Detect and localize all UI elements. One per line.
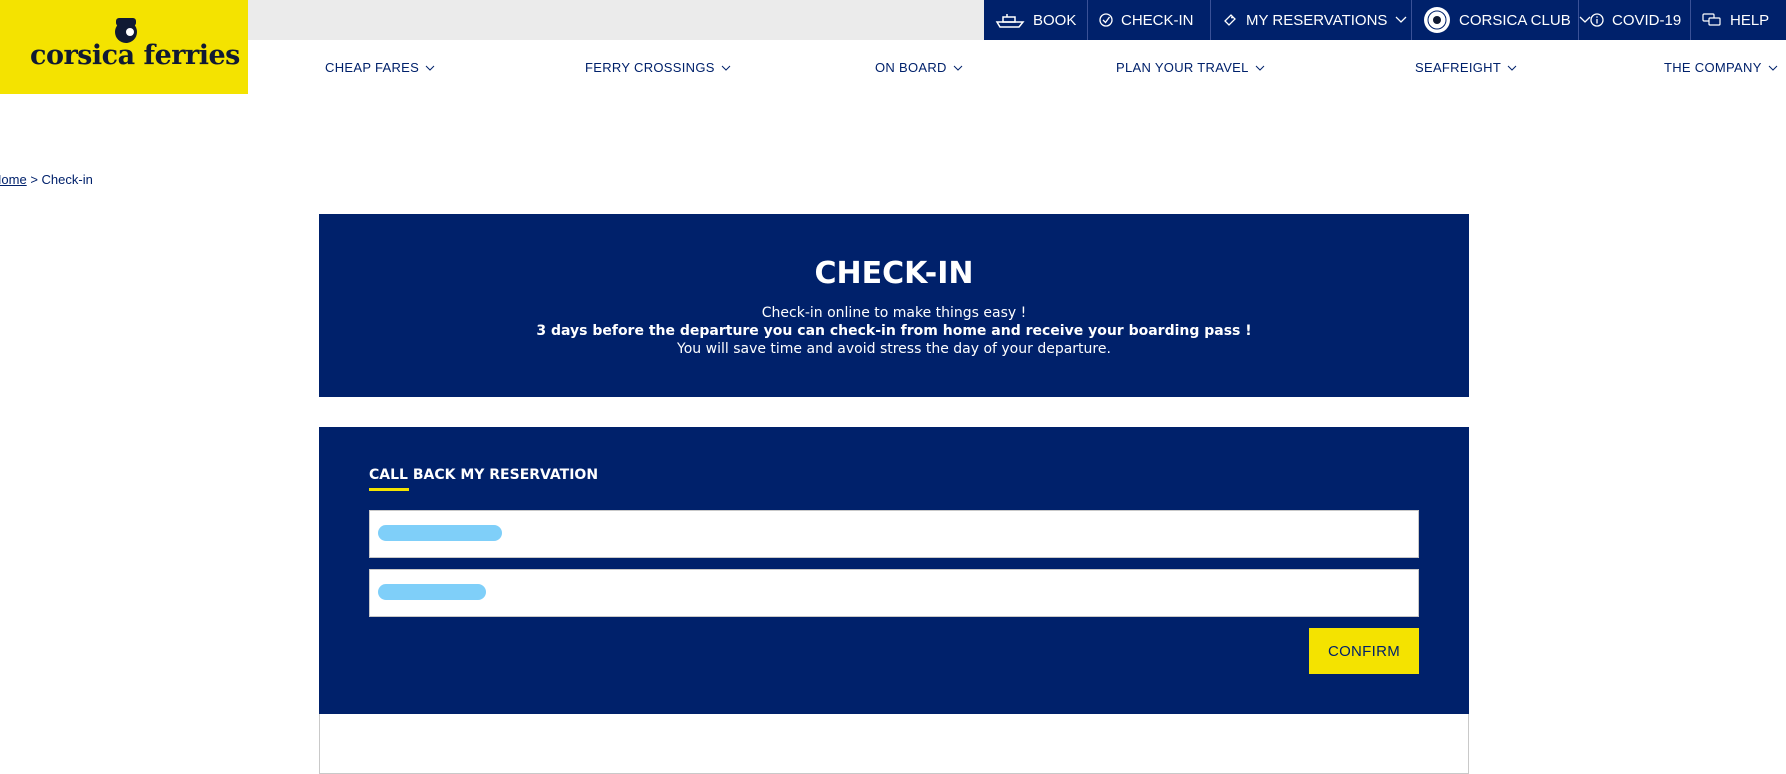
- breadcrumb: Home > Check-in: [0, 172, 93, 187]
- util-covid[interactable]: COVID-19: [1579, 0, 1691, 40]
- form-title-underline: [369, 488, 409, 491]
- nav-on-board-label: ON BOARD: [875, 60, 947, 75]
- reservation-number-field[interactable]: [369, 510, 1419, 558]
- club-badge-icon: [1424, 7, 1450, 33]
- hero-line-2: 3 days before the departure you can chec…: [536, 323, 1252, 339]
- chevron-down-icon: [1507, 65, 1517, 71]
- check-circle-icon: [1099, 13, 1113, 27]
- breadcrumb-separator: >: [30, 172, 38, 187]
- logo-text: corsica ferries: [30, 40, 240, 71]
- nav-plan-your-travel[interactable]: PLAN YOUR TRAVEL: [1116, 60, 1265, 75]
- nav-plan-your-travel-label: PLAN YOUR TRAVEL: [1116, 60, 1249, 75]
- reservation-form-panel: CALL BACK MY RESERVATION CONFIRM: [319, 427, 1469, 714]
- nav-seafreight[interactable]: SEAFREIGHT: [1415, 60, 1517, 75]
- corsica-ferries-logo[interactable]: corsica ferries: [0, 0, 248, 94]
- hero-line-1: Check-in online to make things easy !: [761, 305, 1027, 321]
- reservation-name-field[interactable]: [369, 569, 1419, 617]
- chevron-down-icon: [721, 65, 731, 71]
- util-help[interactable]: HELP: [1691, 0, 1786, 40]
- nav-ferry-crossings-label: FERRY CROSSINGS: [585, 60, 715, 75]
- nav-the-company[interactable]: THE COMPANY: [1664, 60, 1778, 75]
- hero-line-3: You will save time and avoid stress the …: [677, 341, 1111, 357]
- form-title: CALL BACK MY RESERVATION: [369, 467, 599, 483]
- ticket-icon: [1224, 14, 1236, 26]
- util-book-label: BOOK: [1033, 11, 1077, 29]
- redacted-value: [378, 525, 502, 541]
- results-panel: [319, 714, 1469, 774]
- nav-on-board[interactable]: ON BOARD: [875, 60, 963, 75]
- util-my-reservations-label: MY RESERVATIONS: [1246, 11, 1388, 29]
- util-corsica-club-label: CORSICA CLUB: [1459, 11, 1571, 29]
- top-strip: [248, 0, 984, 40]
- chevron-down-icon: [425, 65, 435, 71]
- util-check-in-label: CHECK-IN: [1121, 11, 1194, 29]
- check-in-hero: CHECK-IN Check-in online to make things …: [319, 214, 1469, 397]
- info-circle-icon: [1590, 13, 1604, 27]
- util-book[interactable]: BOOK: [984, 0, 1088, 40]
- nav-cheap-fares[interactable]: CHEAP FARES: [325, 60, 435, 75]
- nav-seafreight-label: SEAFREIGHT: [1415, 60, 1502, 75]
- nav-the-company-label: THE COMPANY: [1664, 60, 1762, 75]
- util-covid-label: COVID-19: [1612, 11, 1682, 29]
- chevron-down-icon: [1768, 65, 1778, 71]
- chat-bubbles-icon: [1702, 13, 1721, 26]
- nav-cheap-fares-label: CHEAP FARES: [325, 60, 420, 75]
- chevron-down-icon: [1395, 16, 1407, 23]
- page-title: CHECK-IN: [814, 256, 974, 291]
- chevron-down-icon: [953, 65, 963, 71]
- redacted-value: [378, 584, 486, 600]
- util-check-in[interactable]: CHECK-IN: [1088, 0, 1211, 40]
- util-help-label: HELP: [1730, 11, 1770, 29]
- ship-icon: [995, 14, 1025, 28]
- main-nav: CHEAP FARES FERRY CROSSINGS ON BOARD PLA…: [248, 40, 1786, 94]
- util-corsica-club[interactable]: CORSICA CLUB: [1412, 0, 1591, 40]
- confirm-button[interactable]: CONFIRM: [1309, 628, 1419, 674]
- util-my-reservations[interactable]: MY RESERVATIONS: [1211, 0, 1412, 40]
- breadcrumb-home-link[interactable]: Home: [0, 172, 27, 187]
- chevron-down-icon: [1255, 65, 1265, 71]
- utility-nav: BOOK CHECK-IN MY RESERVATIONS CORSICA CL…: [984, 0, 1786, 40]
- breadcrumb-current: Check-in: [41, 172, 93, 187]
- nav-ferry-crossings[interactable]: FERRY CROSSINGS: [585, 60, 731, 75]
